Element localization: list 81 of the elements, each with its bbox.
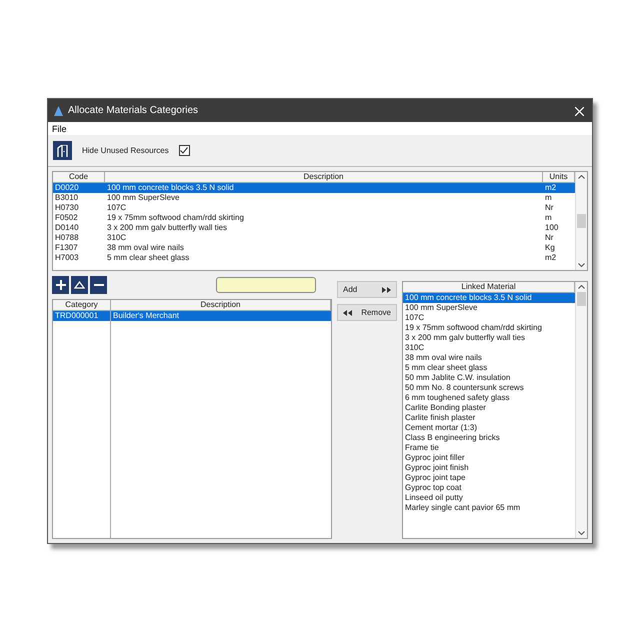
table-cell[interactable]: 38 mm oval wire nails: [105, 243, 543, 253]
list-item[interactable]: 19 x 75mm softwood cham/rdd skirting: [403, 323, 575, 333]
table-cell[interactable]: 19 x 75mm softwood cham/rdd skirting: [105, 213, 543, 223]
scroll-down-icon[interactable]: [578, 263, 585, 267]
scroll-up-icon[interactable]: [578, 285, 585, 289]
list-item[interactable]: Class B engineering bricks: [403, 433, 575, 443]
table-cell[interactable]: Builder's Merchant: [111, 311, 331, 321]
list-item[interactable]: Marley single cant pavior 65 mm: [403, 503, 575, 513]
scroll-up-icon[interactable]: [578, 175, 585, 179]
column-header[interactable]: Units: [543, 172, 575, 183]
table-cell[interactable]: 100 mm SuperSleve: [105, 193, 543, 203]
table-cell[interactable]: F0502: [53, 213, 105, 223]
window-title: Allocate Materials Categories: [68, 105, 200, 116]
list-item[interactable]: 100 mm concrete blocks 3.5 N solid: [403, 293, 575, 303]
table-cell[interactable]: 107C: [105, 203, 543, 213]
close-icon: [575, 106, 584, 116]
list-item[interactable]: 100 mm SuperSleve: [403, 303, 575, 313]
list-item[interactable]: 3 x 200 mm galv butterfly wall ties: [403, 333, 575, 343]
menu-item[interactable]: File: [52, 124, 67, 134]
list-item[interactable]: 50 mm Jablite C.W. insulation: [403, 373, 575, 383]
column-header[interactable]: Linked Material: [403, 282, 575, 293]
hide-unused-checkbox[interactable]: [178, 145, 190, 156]
column-header[interactable]: Description: [111, 300, 331, 311]
hide-unused-label: Hide Unused Resources: [82, 146, 169, 155]
table-cell[interactable]: TRD000001: [53, 311, 111, 321]
table-cell[interactable]: 310C: [105, 233, 543, 243]
search-field[interactable]: [216, 277, 316, 293]
table-cell[interactable]: F1307: [53, 243, 105, 253]
scrollbar[interactable]: [575, 282, 587, 538]
list-item[interactable]: 6 mm toughened safety glass: [403, 393, 575, 403]
table-cell[interactable]: Nr: [543, 233, 575, 243]
table-cell[interactable]: D0140: [53, 223, 105, 233]
table-cell[interactable]: B3010: [53, 193, 105, 203]
list-item[interactable]: Carlite finish plaster: [403, 413, 575, 423]
list-item[interactable]: Gyproc joint tape: [403, 473, 575, 483]
table-cell[interactable]: 100 mm concrete blocks 3.5 N solid: [105, 183, 543, 193]
table-cell[interactable]: m: [543, 213, 575, 223]
list-item[interactable]: 310C: [403, 343, 575, 353]
door-icon: [57, 144, 68, 156]
remove-button[interactable]: [90, 276, 107, 294]
table-cell[interactable]: m2: [543, 253, 575, 263]
plus-icon: [56, 280, 66, 290]
list-item[interactable]: 38 mm oval wire nails: [403, 353, 575, 363]
list-item[interactable]: 5 mm clear sheet glass: [403, 363, 575, 373]
table-cell[interactable]: H0788: [53, 233, 105, 243]
list-item[interactable]: Gyproc joint finish: [403, 463, 575, 473]
resource-button[interactable]: [53, 141, 72, 160]
column-header[interactable]: Code: [53, 172, 105, 183]
table-cell[interactable]: D0020: [53, 183, 105, 193]
table-cell[interactable]: Kg: [543, 243, 575, 253]
add-link-button[interactable]: Add: [337, 281, 397, 298]
table-cell[interactable]: H0730: [53, 203, 105, 213]
double-arrow-left-icon: [343, 310, 352, 316]
table-cell[interactable]: m2: [543, 183, 575, 193]
list-item[interactable]: Cement mortar (1:3): [403, 423, 575, 433]
edit-button[interactable]: [71, 276, 88, 294]
scrollbar[interactable]: [575, 172, 587, 270]
column-header[interactable]: Category: [53, 300, 111, 311]
list-item[interactable]: Carlite Bonding plaster: [403, 403, 575, 413]
scroll-down-icon[interactable]: [578, 531, 585, 535]
scroll-thumb[interactable]: [577, 292, 586, 306]
remove-link-button[interactable]: Remove: [337, 304, 397, 321]
column-header[interactable]: Description: [105, 172, 543, 183]
table-cell[interactable]: 100: [543, 223, 575, 233]
table-cell[interactable]: H7003: [53, 253, 105, 263]
list-item[interactable]: Gyproc top coat: [403, 483, 575, 493]
list-item[interactable]: Linseed oil putty: [403, 493, 575, 503]
add-button[interactable]: [52, 276, 69, 294]
table-cell[interactable]: Nr: [543, 203, 575, 213]
list-item[interactable]: Frame tie: [403, 443, 575, 453]
scroll-thumb[interactable]: [577, 214, 586, 228]
list-item[interactable]: 50 mm No. 8 countersunk screws: [403, 383, 575, 393]
table-cell[interactable]: 3 x 200 mm galv butterfly wall ties: [105, 223, 543, 233]
table-cell[interactable]: 5 mm clear sheet glass: [105, 253, 543, 263]
triangle-icon: [74, 281, 85, 289]
double-arrow-right-icon: [382, 286, 391, 292]
app-logo-icon: [54, 106, 63, 116]
list-item[interactable]: 107C: [403, 313, 575, 323]
list-item[interactable]: Gyproc joint filler: [403, 453, 575, 463]
minus-icon: [94, 284, 104, 286]
table-cell[interactable]: m: [543, 193, 575, 203]
